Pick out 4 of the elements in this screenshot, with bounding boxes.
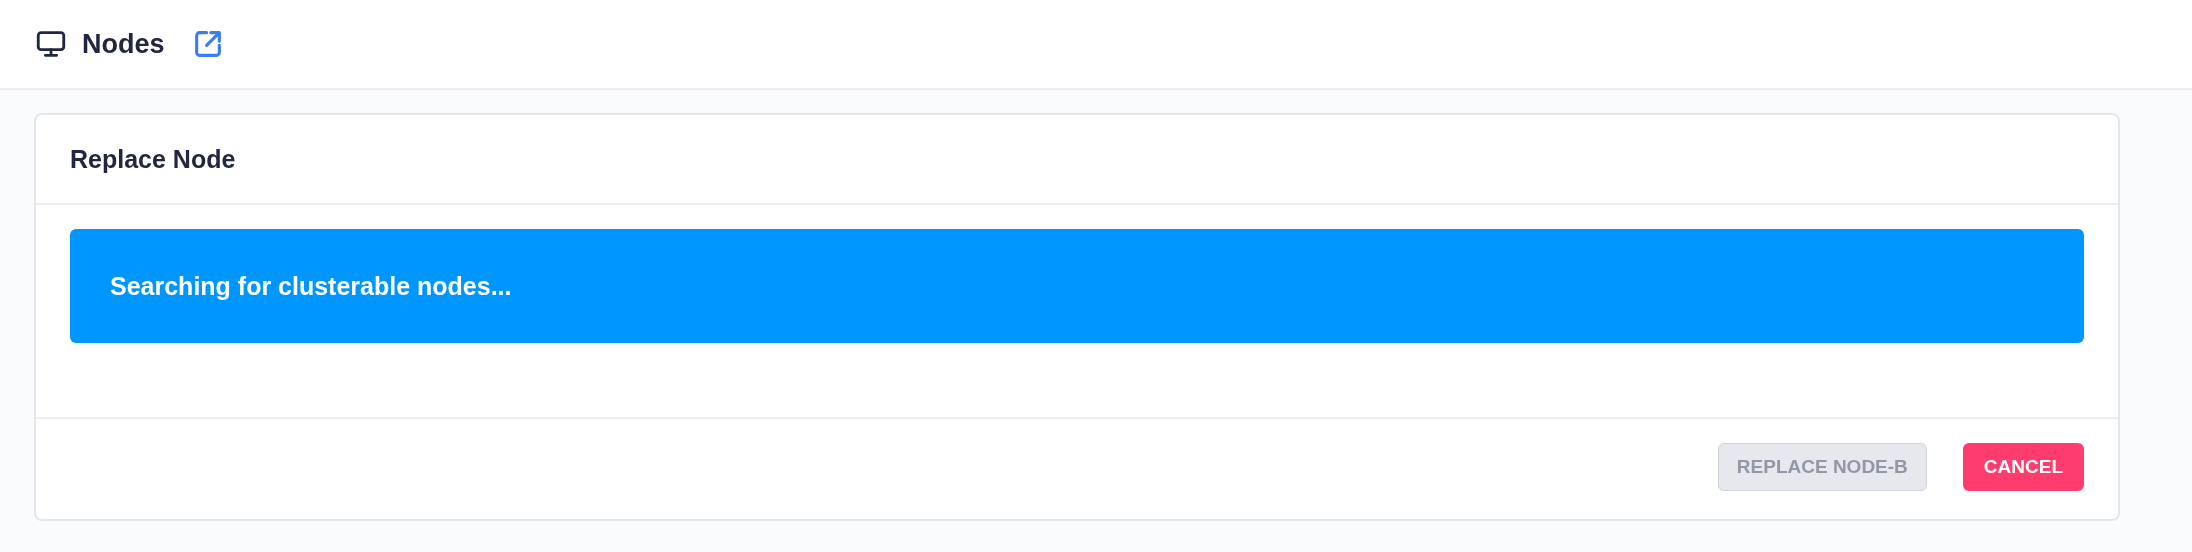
page-title: Nodes [82, 28, 165, 60]
info-alert: Searching for clusterable nodes... [70, 229, 2084, 343]
card-title: Replace Node [70, 144, 236, 174]
cancel-button[interactable]: CANCEL [1962, 443, 2084, 491]
